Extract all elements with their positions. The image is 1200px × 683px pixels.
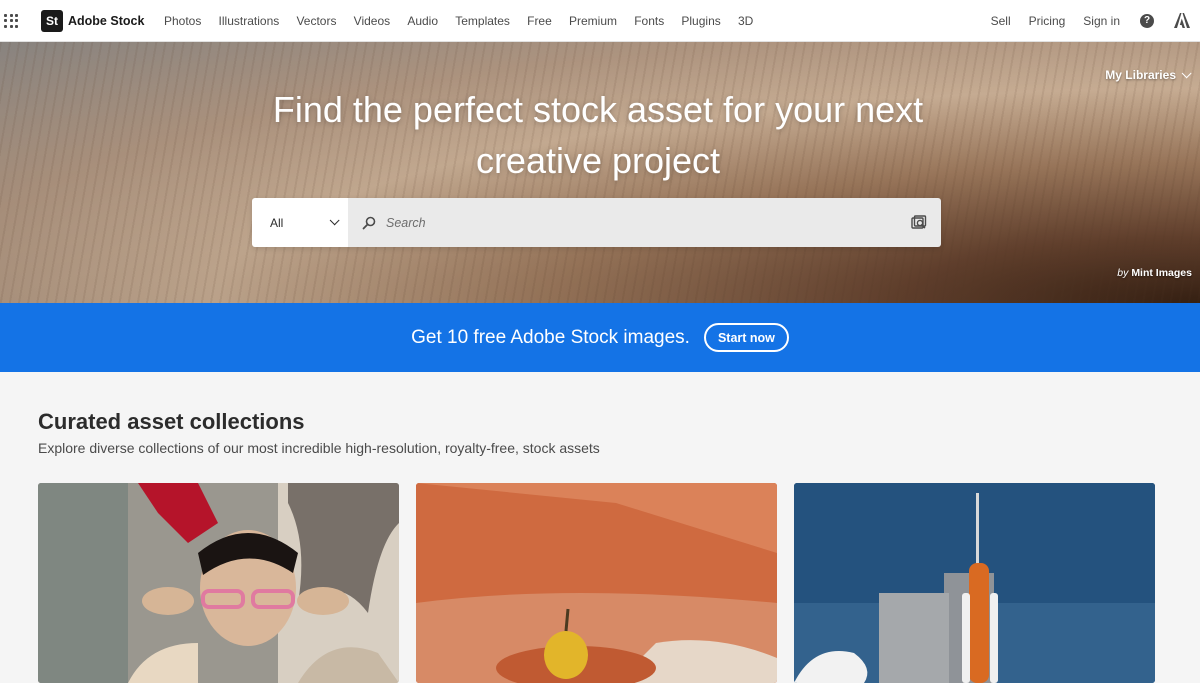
collections-subtitle: Explore diverse collections of our most …	[38, 440, 600, 456]
app-switcher-icon[interactable]	[4, 13, 18, 28]
sign-in-link[interactable]: Sign in	[1083, 14, 1120, 28]
stock-logo-icon: St	[41, 9, 63, 32]
start-now-button[interactable]: Start now	[703, 323, 789, 352]
promo-banner: Get 10 free Adobe Stock images. Start no…	[0, 303, 1200, 372]
hero-title-line-2: creative project	[475, 140, 721, 181]
collection-card-space[interactable]	[794, 483, 1155, 683]
pricing-link[interactable]: Pricing	[1029, 14, 1066, 28]
nav-videos[interactable]: Videos	[354, 14, 390, 28]
my-libraries-button[interactable]: My Libraries	[1105, 67, 1192, 82]
nav-vectors[interactable]: Vectors	[296, 14, 336, 28]
collections-title: Curated asset collections	[38, 409, 305, 434]
sell-link[interactable]: Sell	[991, 14, 1011, 28]
image-credit: by Mint Images	[1117, 267, 1192, 279]
my-libraries-label: My Libraries	[1105, 68, 1176, 82]
search-category-dropdown[interactable]: All	[252, 198, 348, 247]
search-bar: All	[252, 198, 941, 247]
search-icon	[362, 216, 376, 229]
credit-author-link[interactable]: Mint Images	[1131, 267, 1192, 279]
visual-search-icon[interactable]	[911, 215, 927, 230]
nav-3d[interactable]: 3D	[738, 14, 753, 28]
collection-card-people[interactable]	[38, 483, 399, 683]
collection-card-still-life[interactable]	[416, 483, 777, 683]
nav-fonts[interactable]: Fonts	[634, 14, 664, 28]
nav-templates[interactable]: Templates	[455, 14, 510, 28]
hero-banner: My Libraries Find the perfect stock asse…	[0, 42, 1200, 303]
adobe-logo-icon[interactable]	[1174, 13, 1190, 28]
search-field	[348, 198, 941, 247]
search-input[interactable]	[386, 215, 911, 230]
help-icon[interactable]: ?	[1140, 13, 1154, 28]
nav-illustrations[interactable]: Illustrations	[219, 14, 280, 28]
logo-text: Adobe Stock	[68, 13, 145, 28]
nav-plugins[interactable]: Plugins	[681, 14, 720, 28]
main-nav-links: Photos Illustrations Vectors Videos Audi…	[155, 14, 761, 28]
nav-free[interactable]: Free	[527, 14, 552, 28]
promo-text: Get 10 free Adobe Stock images.	[411, 326, 690, 348]
nav-right: Sell Pricing Sign in ?	[973, 13, 1190, 28]
nav-premium[interactable]: Premium	[569, 14, 617, 28]
chevron-down-icon	[329, 215, 340, 226]
nav-audio[interactable]: Audio	[407, 14, 438, 28]
adobe-stock-logo[interactable]: St Adobe Stock	[41, 9, 145, 32]
search-category-value: All	[270, 215, 284, 230]
credit-by: by	[1117, 267, 1129, 279]
top-nav: St Adobe Stock Photos Illustrations Vect…	[0, 0, 1200, 42]
collection-image-rocket	[794, 483, 1155, 683]
hero-title: Find the perfect stock asset for your ne…	[0, 84, 1196, 186]
collection-image-portrait	[38, 483, 399, 683]
collection-image-pear	[416, 483, 777, 683]
hero-title-line-1: Find the perfect stock asset for your ne…	[272, 89, 924, 130]
nav-photos[interactable]: Photos	[164, 14, 201, 28]
